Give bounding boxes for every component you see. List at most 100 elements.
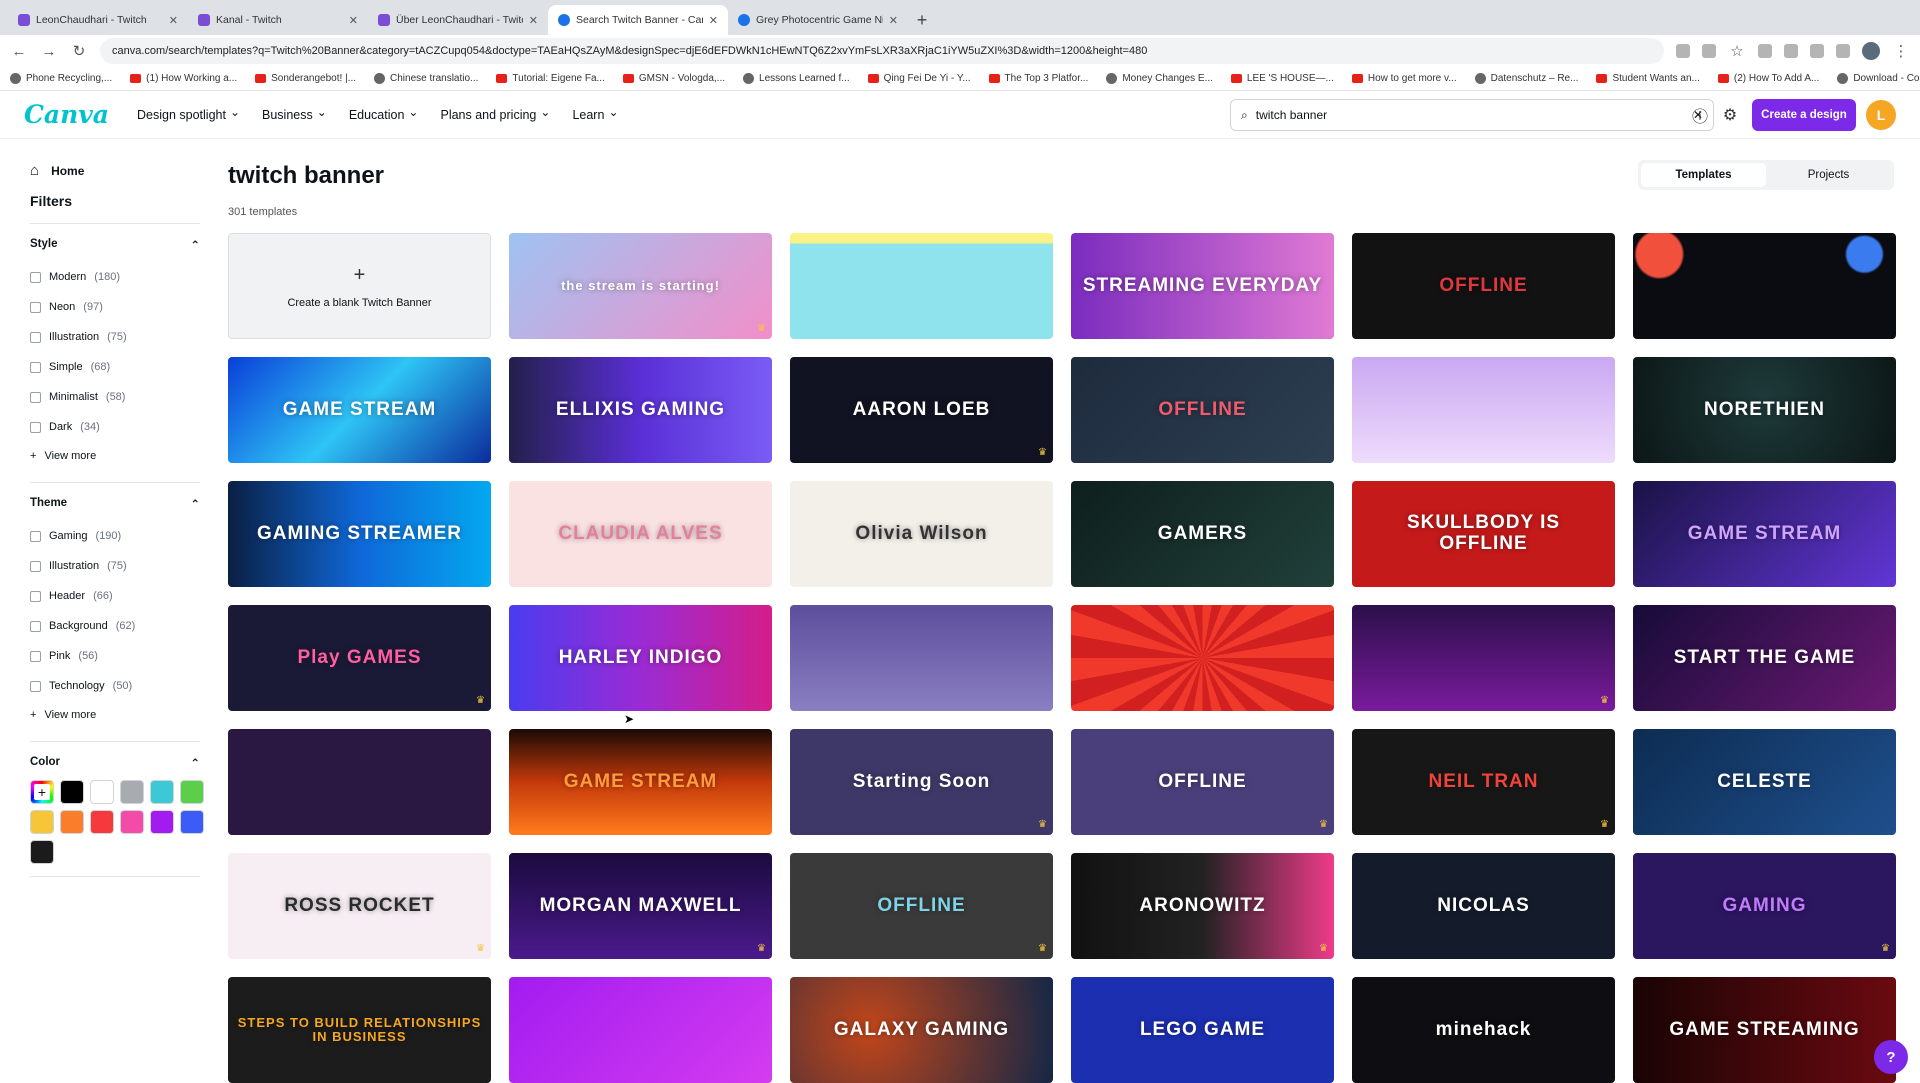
checkbox[interactable] xyxy=(30,271,41,283)
template-card[interactable]: ELLIXIS GAMING xyxy=(509,357,772,463)
color-swatch[interactable] xyxy=(90,780,114,804)
template-card[interactable]: GAMING ♛ xyxy=(1633,853,1896,959)
back-icon[interactable]: ← xyxy=(10,43,28,60)
close-tab-icon[interactable]: ✕ xyxy=(169,14,178,27)
nav-item-plans-and-pricing[interactable]: Plans and pricing xyxy=(440,108,550,122)
template-card[interactable]: minehack xyxy=(1352,977,1615,1083)
reload-icon[interactable]: ↻ xyxy=(70,42,88,60)
bookmark-item[interactable]: Tutorial: Eigene Fa... xyxy=(496,73,605,84)
extensions-puzzle-icon[interactable] xyxy=(1784,44,1798,58)
filter-option[interactable]: Simple (68) xyxy=(30,352,200,382)
home-link[interactable]: ⌂ Home xyxy=(30,162,200,179)
color-swatch[interactable] xyxy=(180,780,204,804)
bookmark-item[interactable]: Money Changes E... xyxy=(1106,73,1213,84)
template-card[interactable] xyxy=(1633,233,1896,339)
filter-option[interactable]: Gaming (190) xyxy=(30,521,200,551)
template-card[interactable]: GAME STREAM xyxy=(228,357,491,463)
browser-tab[interactable]: Search Twitch Banner - Canva ✕ xyxy=(548,5,728,35)
color-swatch[interactable] xyxy=(120,780,144,804)
template-card[interactable]: Olivia Wilson xyxy=(790,481,1053,587)
bookmark-item[interactable]: Download - Cooki... xyxy=(1837,73,1920,84)
tab-templates[interactable]: Templates xyxy=(1641,163,1766,187)
checkbox[interactable] xyxy=(30,650,41,662)
filter-option[interactable]: Minimalist (58) xyxy=(30,382,200,412)
color-swatch[interactable] xyxy=(180,810,204,834)
bookmark-item[interactable]: How to get more v... xyxy=(1351,73,1457,84)
template-card[interactable]: GALAXY GAMING xyxy=(790,977,1053,1083)
filter-option[interactable]: Background (62) xyxy=(30,611,200,641)
bookmark-item[interactable]: Sonderangebot! |... xyxy=(255,73,356,84)
template-card[interactable]: GAME STREAM xyxy=(509,729,772,835)
tab-projects[interactable]: Projects xyxy=(1766,163,1891,187)
checkbox[interactable] xyxy=(30,560,41,572)
template-card[interactable]: STEPS TO BUILD RELATIONSHIPS IN BUSINESS xyxy=(228,977,491,1083)
checkbox[interactable] xyxy=(30,421,41,433)
bookmark-item[interactable]: GMSN - Vologda,... xyxy=(622,73,725,84)
template-card[interactable] xyxy=(1071,605,1334,711)
color-swatch[interactable] xyxy=(30,810,54,834)
template-card[interactable]: GAME STREAM xyxy=(1633,481,1896,587)
filter-option[interactable]: Neon (97) xyxy=(30,292,200,322)
template-card[interactable]: NICOLAS xyxy=(1352,853,1615,959)
extension-icon[interactable] xyxy=(1758,44,1772,58)
template-card[interactable] xyxy=(790,233,1053,339)
template-card[interactable]: CELESTE xyxy=(1633,729,1896,835)
color-swatch[interactable] xyxy=(120,810,144,834)
create-design-button[interactable]: Create a design xyxy=(1752,99,1856,131)
filter-option[interactable]: Pink (56) xyxy=(30,641,200,671)
checkbox[interactable] xyxy=(30,530,41,542)
checkbox[interactable] xyxy=(30,680,41,692)
template-card[interactable]: CLAUDIA ALVES xyxy=(509,481,772,587)
filter-option[interactable]: Technology (50) xyxy=(30,671,200,701)
filter-option[interactable]: Illustration (75) xyxy=(30,551,200,581)
template-card[interactable]: NORETHIEN xyxy=(1633,357,1896,463)
checkbox[interactable] xyxy=(30,301,41,313)
color-swatch[interactable]: + xyxy=(30,780,54,804)
reading-list-icon[interactable] xyxy=(1810,44,1824,58)
create-blank-button[interactable]: + Create a blank Twitch Banner xyxy=(228,233,491,339)
bookmark-item[interactable]: (2) How To Add A... xyxy=(1717,73,1819,84)
browser-tab[interactable]: Kanal - Twitch ✕ xyxy=(188,5,368,35)
bookmark-item[interactable]: Qing Fei De Yi - Y... xyxy=(867,73,971,84)
color-swatch[interactable] xyxy=(30,840,54,864)
close-tab-icon[interactable]: ✕ xyxy=(709,14,718,27)
filter-section-header[interactable]: Theme ⌃ xyxy=(30,497,200,511)
view-more-button[interactable]: + View more xyxy=(30,701,200,729)
forward-icon[interactable]: → xyxy=(40,43,58,60)
template-card[interactable]: SKULLBODY IS OFFLINE xyxy=(1352,481,1615,587)
template-card[interactable]: HARLEY INDIGO xyxy=(509,605,772,711)
bookmark-item[interactable]: The Top 3 Platfor... xyxy=(988,73,1088,84)
search-box[interactable]: ⌕ twitch banner ✕ xyxy=(1230,99,1714,131)
sidepanel-icon[interactable] xyxy=(1836,44,1850,58)
help-circle-icon[interactable]: ⓘ xyxy=(1690,105,1710,126)
nav-item-business[interactable]: Business xyxy=(262,108,327,122)
filter-section-header[interactable]: Style ⌃ xyxy=(30,238,200,252)
bookmark-item[interactable]: (1) How Working a... xyxy=(130,73,237,84)
browser-menu-icon[interactable]: ⋮ xyxy=(1892,42,1910,60)
color-swatch[interactable] xyxy=(60,810,84,834)
template-card[interactable]: OFFLINE ♛ xyxy=(790,853,1053,959)
close-tab-icon[interactable]: ✕ xyxy=(889,14,898,27)
template-card[interactable] xyxy=(509,977,772,1083)
checkbox[interactable] xyxy=(30,590,41,602)
template-card[interactable]: OFFLINE xyxy=(1071,357,1334,463)
template-card[interactable]: LEGO GAME xyxy=(1071,977,1334,1083)
color-swatch[interactable] xyxy=(150,810,174,834)
template-card[interactable]: ♛ xyxy=(1352,605,1615,711)
checkbox[interactable] xyxy=(30,391,41,403)
template-card[interactable]: Play GAMES ♛ xyxy=(228,605,491,711)
filter-option[interactable]: Header (66) xyxy=(30,581,200,611)
bookmark-item[interactable]: Chinese translatio... xyxy=(374,73,478,84)
template-card[interactable]: MORGAN MAXWELL ♛ xyxy=(509,853,772,959)
template-card[interactable]: ROSS ROCKET ♛ xyxy=(228,853,491,959)
close-tab-icon[interactable]: ✕ xyxy=(529,14,538,27)
share-icon[interactable] xyxy=(1702,44,1716,58)
checkbox[interactable] xyxy=(30,331,41,343)
template-card[interactable]: AARON LOEB ♛ xyxy=(790,357,1053,463)
close-tab-icon[interactable]: ✕ xyxy=(349,14,358,27)
template-card[interactable]: START THE GAME xyxy=(1633,605,1896,711)
browser-tab[interactable]: LeonChaudhari - Twitch ✕ xyxy=(8,5,188,35)
bookmark-item[interactable]: Student Wants an... xyxy=(1596,73,1700,84)
color-swatch[interactable] xyxy=(150,780,174,804)
nav-item-design-spotlight[interactable]: Design spotlight xyxy=(137,108,240,122)
